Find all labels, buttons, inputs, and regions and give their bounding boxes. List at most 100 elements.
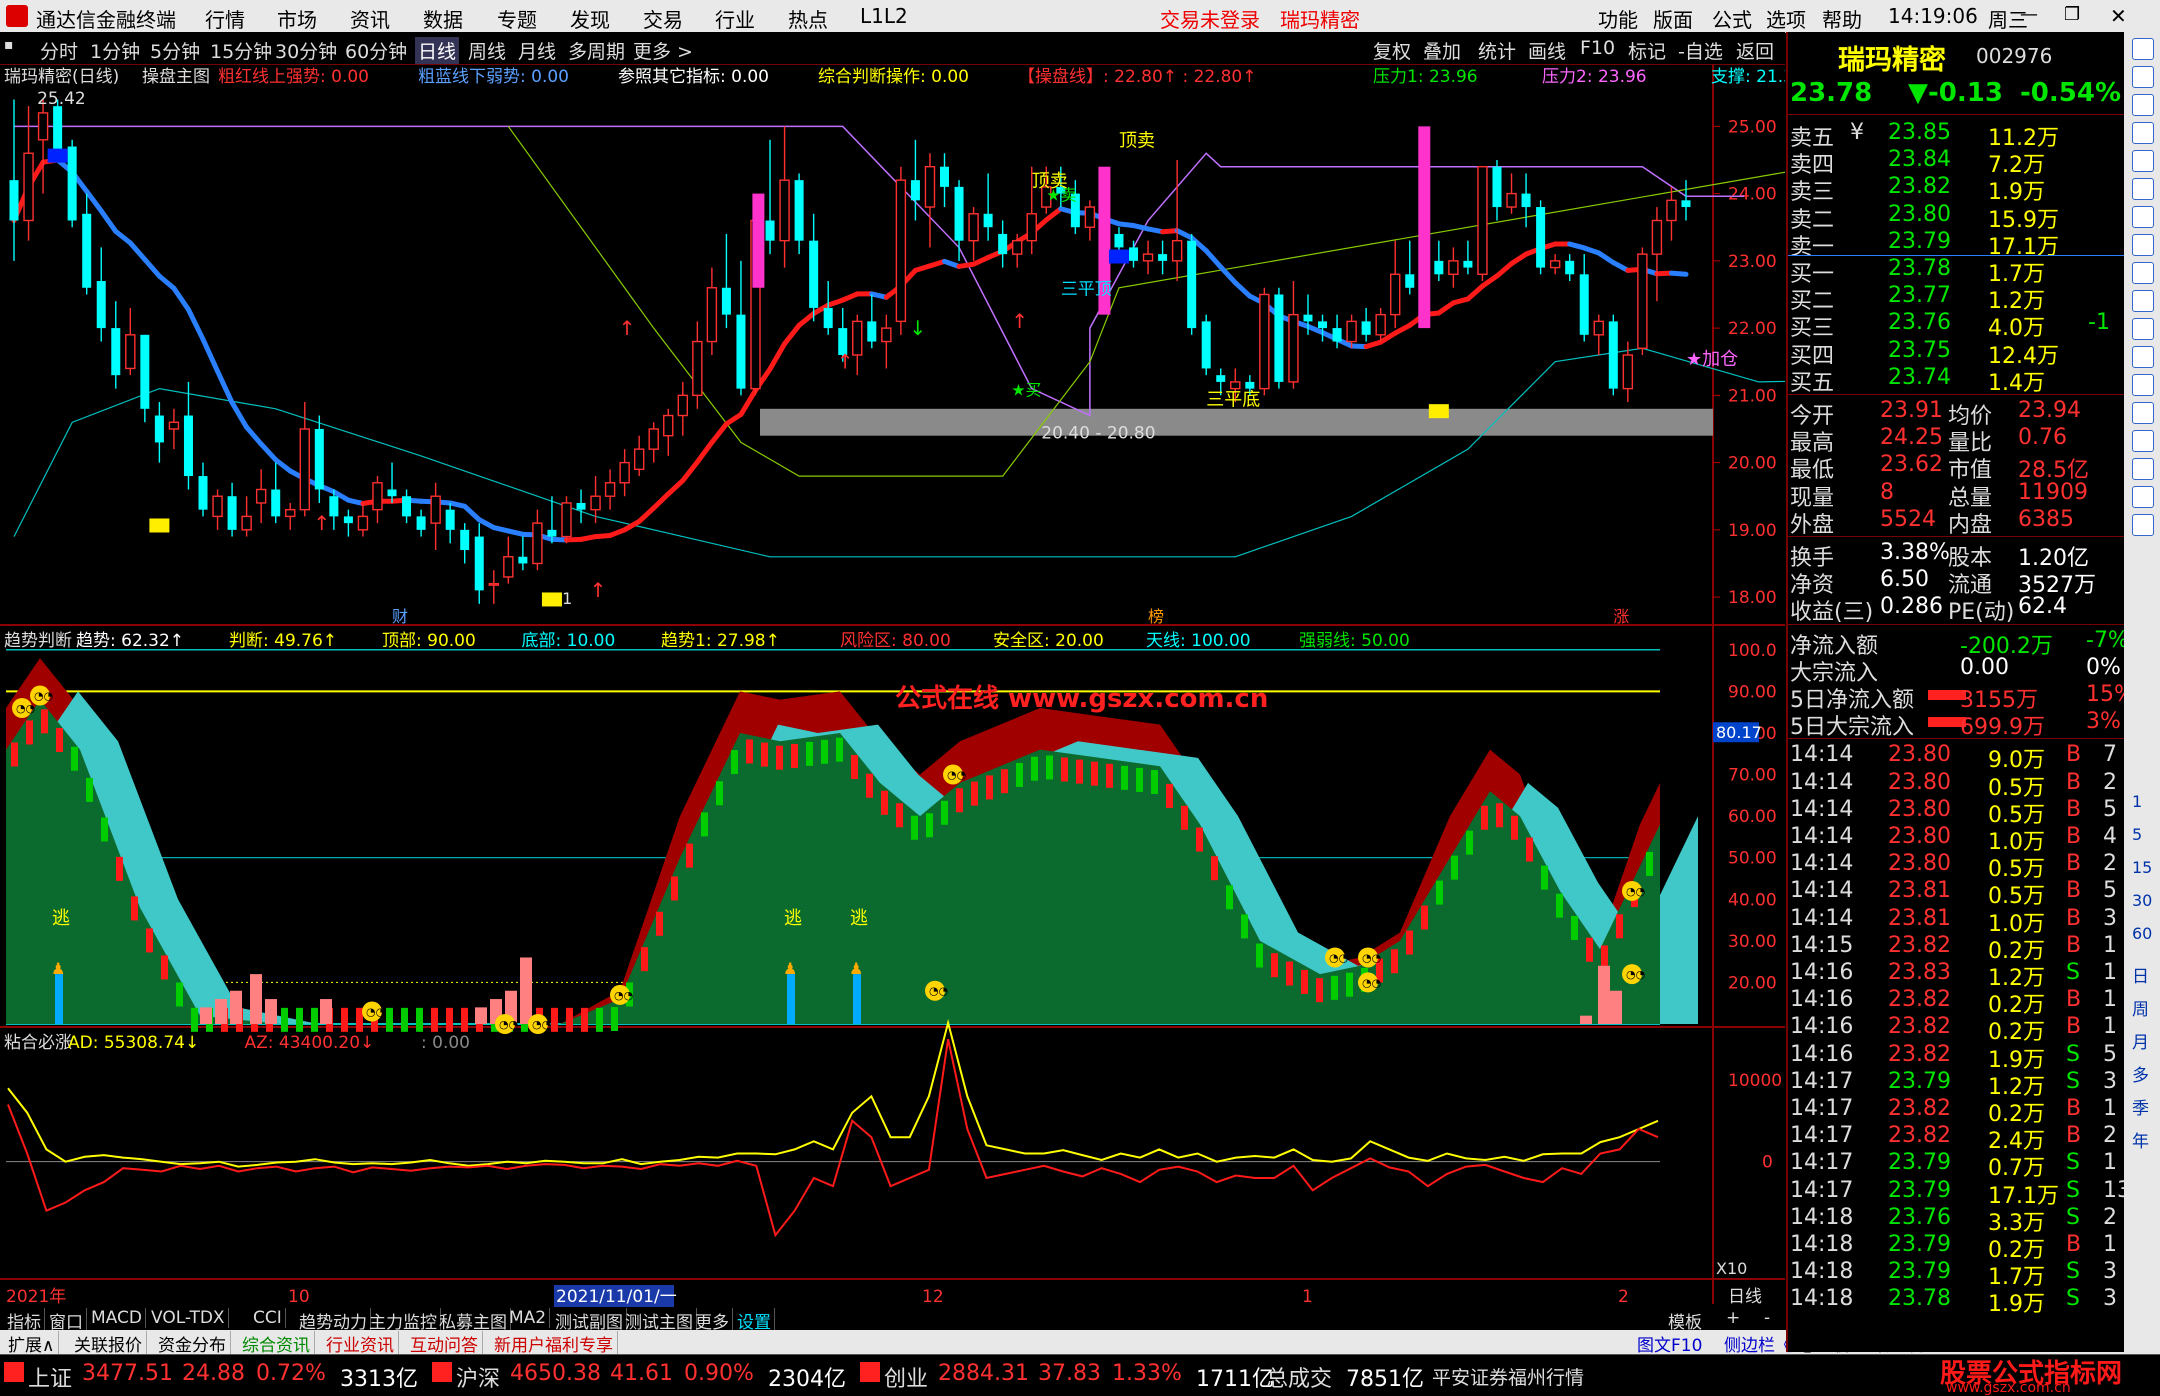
indicator-tab[interactable]: MA2 bbox=[506, 1308, 551, 1328]
side-period-tab[interactable]: 多 bbox=[2132, 1061, 2149, 1086]
sidebar-icon[interactable] bbox=[2132, 94, 2154, 116]
toolbar-button[interactable]: 复权 bbox=[1373, 37, 1411, 64]
sidebar-icon[interactable] bbox=[2132, 122, 2154, 144]
side-period-tab[interactable]: 周 bbox=[2132, 995, 2149, 1020]
toolbar-button[interactable]: 统计 bbox=[1478, 37, 1516, 64]
trend-bar bbox=[1466, 830, 1473, 855]
side-period[interactable]: 60 bbox=[2132, 924, 2152, 943]
side-period[interactable]: 15 bbox=[2132, 858, 2152, 877]
extension-tab[interactable]: 行业资讯 bbox=[322, 1331, 399, 1356]
sidebar-icon[interactable] bbox=[2132, 206, 2154, 228]
toolbar-button[interactable]: F10 bbox=[1580, 37, 1615, 59]
toolbar-button[interactable]: -自选 bbox=[1678, 37, 1723, 64]
candle bbox=[954, 180, 964, 261]
index-name[interactable]: 沪深 bbox=[456, 1361, 500, 1393]
sidebar-icon[interactable] bbox=[2132, 38, 2154, 60]
signal-square bbox=[149, 518, 170, 533]
sidebar-icon[interactable] bbox=[2132, 66, 2154, 88]
sidebar-icon[interactable] bbox=[2132, 318, 2154, 340]
side-period-tab[interactable]: 月 bbox=[2132, 1028, 2149, 1053]
period-tab[interactable]: 分时 bbox=[40, 37, 78, 64]
side-period[interactable]: 5 bbox=[2132, 825, 2142, 844]
cell: 23.77 bbox=[1888, 283, 1951, 309]
toolbar-button[interactable]: 标记 bbox=[1628, 37, 1666, 64]
extension-tab[interactable]: 扩展∧ bbox=[4, 1331, 60, 1356]
indicator-tab[interactable]: MACD bbox=[88, 1308, 146, 1328]
chart-area[interactable]: 瑞玛精密(日线) 操盘主图 粗红线上强势: 0.00 粗蓝线下弱势: 0.00 参照其它… bbox=[0, 64, 1785, 1319]
candle bbox=[1637, 247, 1648, 355]
sidebar-icon[interactable] bbox=[2132, 514, 2154, 536]
template-button[interactable]: - bbox=[1764, 1308, 1770, 1328]
side-period[interactable]: 30 bbox=[2132, 891, 2152, 910]
cell: S bbox=[2066, 1068, 2080, 1094]
sidebar-icon[interactable] bbox=[2132, 458, 2154, 480]
toolbar-button[interactable]: 画线 bbox=[1528, 37, 1566, 64]
period-tab[interactable]: 5分钟 bbox=[150, 37, 200, 64]
menu-item[interactable]: 资讯 bbox=[350, 4, 390, 33]
period-tab[interactable]: 30分钟 bbox=[275, 37, 337, 64]
period-tab[interactable]: 15分钟 bbox=[210, 37, 272, 64]
menu-item[interactable]: 行业 bbox=[715, 4, 755, 33]
side-period-tab[interactable]: 日 bbox=[2132, 962, 2149, 987]
side-period-tab[interactable]: 季 bbox=[2132, 1094, 2149, 1119]
menu-item[interactable]: L1L2 bbox=[860, 4, 908, 28]
extension-tab[interactable]: 互动问答 bbox=[406, 1331, 483, 1356]
sidebar-icon[interactable] bbox=[2132, 178, 2154, 200]
buy-label: ★卖 bbox=[1046, 185, 1076, 204]
cell: 23.82 bbox=[1888, 932, 1951, 958]
side-period[interactable]: 1 bbox=[2132, 792, 2142, 811]
period-tab[interactable]: 月线 bbox=[518, 37, 556, 64]
minimize-icon[interactable]: — bbox=[2020, 4, 2038, 25]
close-icon[interactable]: ✕ bbox=[2110, 4, 2127, 28]
menu-item[interactable]: 发现 bbox=[570, 4, 610, 33]
period-tab[interactable]: 周线 bbox=[468, 37, 506, 64]
template-button[interactable]: + bbox=[1726, 1308, 1740, 1328]
extension-tab[interactable]: 综合资讯 bbox=[238, 1331, 315, 1356]
sidebar-icon[interactable] bbox=[2132, 150, 2154, 172]
menu-item[interactable]: 功能 bbox=[1598, 4, 1638, 33]
menu-item[interactable]: 版面 bbox=[1653, 4, 1693, 33]
period-tab[interactable]: 更多 > bbox=[633, 37, 693, 64]
menu-item[interactable]: 市场 bbox=[277, 4, 317, 33]
candle bbox=[1549, 254, 1561, 275]
sidebar-icon[interactable] bbox=[2132, 402, 2154, 424]
menu-item[interactable]: 交易 bbox=[643, 4, 683, 33]
face-mouth: ◔◔ bbox=[1626, 968, 1645, 981]
indicator-tab[interactable]: CCI bbox=[250, 1308, 286, 1328]
sidebar-icon[interactable] bbox=[2132, 290, 2154, 312]
sidebar-icon[interactable] bbox=[2132, 374, 2154, 396]
sidebar-icon[interactable] bbox=[2132, 430, 2154, 452]
extension-tab[interactable]: 资金分布 bbox=[154, 1331, 231, 1356]
menu-item[interactable]: 热点 bbox=[788, 4, 828, 33]
candle bbox=[619, 449, 630, 497]
extension-tab[interactable]: 关联报价 bbox=[70, 1331, 147, 1356]
index-name[interactable]: 创业 bbox=[884, 1361, 928, 1393]
sidebar-icon[interactable] bbox=[2132, 486, 2154, 508]
period-tab[interactable]: 60分钟 bbox=[345, 37, 407, 64]
support-band bbox=[760, 408, 1713, 436]
menu-item[interactable]: 帮助 bbox=[1822, 4, 1862, 33]
side-period-tab[interactable]: 年 bbox=[2132, 1127, 2149, 1152]
menu-icon[interactable]: ▪ bbox=[4, 37, 14, 53]
menu-item[interactable]: 选项 bbox=[1766, 4, 1806, 33]
current-stock-title: 瑞玛精密 bbox=[1280, 8, 1360, 32]
period-tab[interactable]: 1分钟 bbox=[90, 37, 140, 64]
period-tab[interactable]: 多周期 bbox=[568, 37, 625, 64]
toolbar-button[interactable]: 叠加 bbox=[1423, 37, 1461, 64]
menu-item[interactable]: 公式 bbox=[1712, 4, 1752, 33]
side-tab[interactable]: 侧边栏《 bbox=[1724, 1331, 1792, 1356]
index-name[interactable]: 上证 bbox=[28, 1361, 72, 1393]
period-tab[interactable]: 日线 bbox=[415, 37, 460, 64]
extension-tab[interactable]: 新用户福利专享 bbox=[490, 1331, 618, 1356]
sidebar-icon[interactable] bbox=[2132, 346, 2154, 368]
restore-icon[interactable]: ❐ bbox=[2064, 4, 2080, 25]
sidebar-icon[interactable] bbox=[2132, 262, 2154, 284]
menu-item[interactable]: 行情 bbox=[205, 4, 245, 33]
trade-status[interactable]: 交易未登录 bbox=[1160, 4, 1260, 33]
side-tab[interactable]: 图文F10 bbox=[1637, 1331, 1702, 1356]
menu-item[interactable]: 专题 bbox=[497, 4, 537, 33]
menu-item[interactable]: 数据 bbox=[423, 4, 463, 33]
indicator-tab[interactable]: VOL-TDX bbox=[148, 1308, 229, 1328]
toolbar-button[interactable]: 返回 bbox=[1736, 37, 1774, 64]
sidebar-icon[interactable] bbox=[2132, 234, 2154, 256]
